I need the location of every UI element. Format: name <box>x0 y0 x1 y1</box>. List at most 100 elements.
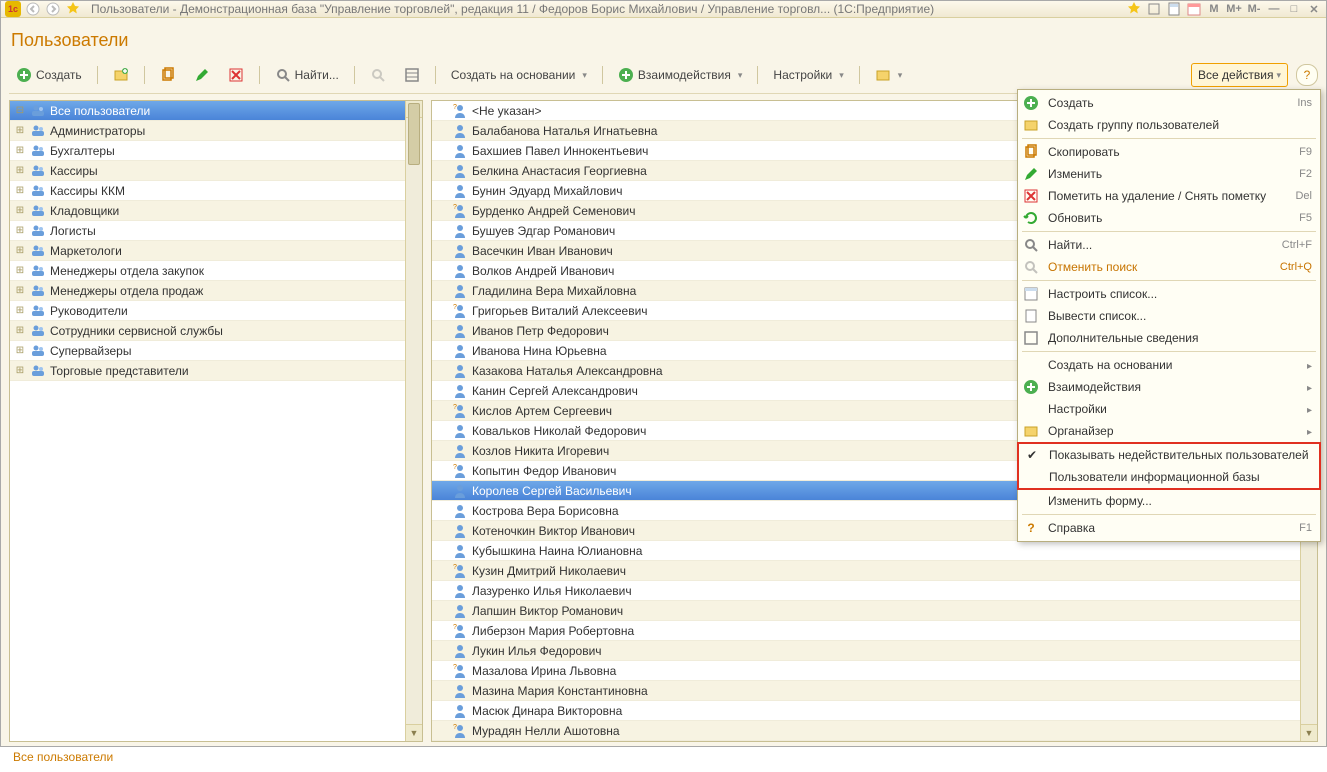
expand-icon[interactable]: ⊞ <box>14 145 26 156</box>
memory-mminus-button[interactable]: M- <box>1246 1 1262 17</box>
group-label: Кассиры <box>50 164 98 178</box>
menu-create-based[interactable]: Создать на основании <box>1018 354 1320 376</box>
menu-show-invalid-users[interactable]: ✔Показывать недействительных пользовател… <box>1019 444 1319 466</box>
expand-icon[interactable]: ⊞ <box>14 185 26 196</box>
user-row[interactable]: Мазина Мария Константиновна <box>432 681 1300 701</box>
calendar-icon[interactable] <box>1186 1 1202 17</box>
create-based-button[interactable]: Создать на основании <box>444 63 594 87</box>
group-row[interactable]: ⊞ Кассиры <box>10 161 405 181</box>
expand-icon[interactable]: ⊞ <box>14 365 26 376</box>
scroll-down-icon[interactable]: ▼ <box>1301 724 1317 741</box>
menu-output-list[interactable]: Вывести список... <box>1018 305 1320 327</box>
close-button[interactable]: ✕ <box>1306 1 1322 17</box>
list-settings-button[interactable] <box>397 63 427 87</box>
menu-change-form[interactable]: Изменить форму... <box>1018 490 1320 512</box>
expand-icon[interactable]: ⊞ <box>14 125 26 136</box>
extra-button[interactable] <box>868 63 910 87</box>
help-button[interactable]: ? <box>1296 64 1318 86</box>
memory-mplus-button[interactable]: M+ <box>1226 1 1242 17</box>
group-row[interactable]: ⊟Все пользователи <box>10 101 405 121</box>
expand-icon[interactable]: ⊟ <box>14 105 26 116</box>
group-label: Торговые представители <box>50 364 189 378</box>
user-row[interactable]: Масюк Динара Викторовна <box>432 701 1300 721</box>
user-label: Бунин Эдуард Михайлович <box>472 184 623 198</box>
copy-button[interactable] <box>153 63 183 87</box>
groups-scrollbar[interactable]: ▲ ▼ <box>405 101 422 741</box>
menu-create-group[interactable]: Создать группу пользователей <box>1018 114 1320 136</box>
nav-back-icon[interactable] <box>25 1 41 17</box>
user-row[interactable]: Лапшин Виктор Романович <box>432 601 1300 621</box>
user-row[interactable]: ?Либерзон Мария Робертовна <box>432 621 1300 641</box>
expand-icon[interactable]: ⊞ <box>14 345 26 356</box>
menu-edit[interactable]: ИзменитьF2 <box>1018 163 1320 185</box>
group-row[interactable]: ⊞Менеджеры отдела продаж <box>10 281 405 301</box>
memory-m-button[interactable]: M <box>1206 1 1222 17</box>
interactions-button[interactable]: Взаимодействия <box>611 63 750 87</box>
expand-icon[interactable]: ⊞ <box>14 205 26 216</box>
scroll-thumb[interactable] <box>408 103 420 165</box>
menu-cancel-find[interactable]: Отменить поискCtrl+Q <box>1018 256 1320 278</box>
group-icon <box>30 203 46 219</box>
expand-icon[interactable]: ⊞ <box>14 285 26 296</box>
scroll-down-icon[interactable]: ▼ <box>406 724 422 741</box>
menu-find[interactable]: Найти...Ctrl+F <box>1018 234 1320 256</box>
expand-icon[interactable]: ⊞ <box>14 245 26 256</box>
delete-mark-button[interactable] <box>221 63 251 87</box>
user-label: Бурденко Андрей Семенович <box>472 204 635 218</box>
settings-button[interactable]: Настройки <box>766 63 850 87</box>
expand-icon[interactable]: ⊞ <box>14 325 26 336</box>
user-icon <box>452 523 468 539</box>
user-row[interactable]: Кубышкина Наина Юлиановна <box>432 541 1300 561</box>
cancel-find-button[interactable] <box>363 63 393 87</box>
maximize-button[interactable]: □ <box>1286 1 1302 17</box>
menu-configure-list[interactable]: Настроить список... <box>1018 283 1320 305</box>
user-row[interactable]: ?Мазалова Ирина Львовна <box>432 661 1300 681</box>
menu-ib-users[interactable]: Пользователи информационной базы <box>1019 466 1319 488</box>
expand-icon[interactable]: ⊞ <box>14 165 26 176</box>
group-row[interactable]: ⊞Кассиры ККМ <box>10 181 405 201</box>
nav-forward-icon[interactable] <box>45 1 61 17</box>
group-row[interactable]: ⊞Бухгалтеры <box>10 141 405 161</box>
svg-text:?: ? <box>453 564 457 571</box>
history-icon[interactable] <box>1146 1 1162 17</box>
group-row[interactable]: ⊞Супервайзеры <box>10 341 405 361</box>
expand-icon[interactable]: ⊞ <box>14 225 26 236</box>
find-button[interactable]: Найти... <box>268 63 346 87</box>
group-row[interactable]: ⊞ Торговые представители <box>10 361 405 381</box>
menu-mark-delete[interactable]: Пометить на удаление / Снять пометкуDel <box>1018 185 1320 207</box>
group-row[interactable]: ⊞Сотрудники сервисной службы <box>10 321 405 341</box>
group-row[interactable]: ⊞Логисты <box>10 221 405 241</box>
group-row[interactable]: ⊞Кладовщики <box>10 201 405 221</box>
user-row[interactable]: Лазуренко Илья Николаевич <box>432 581 1300 601</box>
edit-button[interactable] <box>187 63 217 87</box>
group-row[interactable]: ⊞Администраторы <box>10 121 405 141</box>
group-row[interactable]: ⊞Руководители <box>10 301 405 321</box>
user-row[interactable]: ?Мурадян Нелли Ашотовна <box>432 721 1300 741</box>
menu-organizer[interactable]: Органайзер <box>1018 420 1320 442</box>
create-button[interactable]: Создать <box>9 63 89 87</box>
submenu-arrow-icon <box>1301 424 1312 438</box>
add-favorite-icon[interactable] <box>1126 1 1142 17</box>
menu-create[interactable]: СоздатьIns <box>1018 92 1320 114</box>
group-row[interactable]: ⊞Менеджеры отдела закупок <box>10 261 405 281</box>
menu-refresh[interactable]: ОбновитьF5 <box>1018 207 1320 229</box>
user-row[interactable]: ?Кузин Дмитрий Николаевич <box>432 561 1300 581</box>
minimize-button[interactable]: — <box>1266 1 1282 17</box>
menu-interactions[interactable]: Взаимодействия <box>1018 376 1320 398</box>
group-row[interactable]: ⊞ Маркетологи <box>10 241 405 261</box>
create-group-button[interactable] <box>106 63 136 87</box>
menu-extra-info[interactable]: Дополнительные сведения <box>1018 327 1320 349</box>
user-label: Иванов Петр Федорович <box>472 324 609 338</box>
all-actions-button[interactable]: Все действия <box>1191 63 1288 87</box>
favorite-star-icon[interactable] <box>65 1 81 17</box>
group-label: Маркетологи <box>50 244 122 258</box>
expand-icon[interactable]: ⊞ <box>14 265 26 276</box>
expand-icon[interactable]: ⊞ <box>14 305 26 316</box>
menu-settings[interactable]: Настройки <box>1018 398 1320 420</box>
groups-list[interactable]: ⊟Все пользователи⊞Администраторы⊞Бухгалт… <box>10 101 405 741</box>
menu-copy[interactable]: СкопироватьF9 <box>1018 141 1320 163</box>
user-icon: ? <box>452 103 468 119</box>
menu-help[interactable]: ?СправкаF1 <box>1018 517 1320 539</box>
user-row[interactable]: Лукин Илья Федорович <box>432 641 1300 661</box>
calculator-icon[interactable] <box>1166 1 1182 17</box>
